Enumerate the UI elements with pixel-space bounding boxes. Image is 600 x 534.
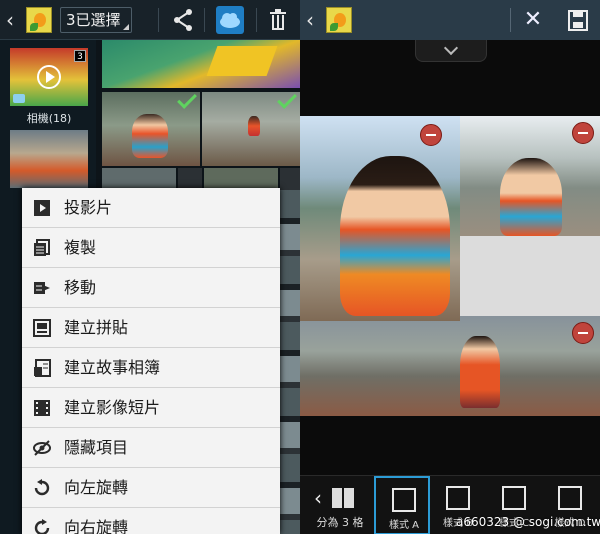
context-menu: 投影片 複製 移動 建立拼貼 建立故事相簿 建立影像短片 隱藏項目 向左旋轉 向… — [22, 188, 280, 534]
photo-thumbnail[interactable] — [102, 168, 176, 190]
menu-item-collage[interactable]: 建立拼貼 — [22, 308, 280, 348]
toolbar-label: 樣式 A — [388, 520, 420, 531]
save-icon[interactable] — [568, 9, 588, 31]
back-icon[interactable]: ‹ — [6, 10, 20, 30]
menu-item-label: 向左旋轉 — [64, 478, 129, 497]
album-count-badge: 3 — [74, 50, 86, 62]
photo-thumbnail[interactable] — [102, 40, 300, 88]
gallery-app-icon — [326, 7, 352, 33]
layout-style-icon — [446, 486, 470, 510]
menu-item-video-clip[interactable]: 建立影像短片 — [22, 388, 280, 428]
toolbar-label: 分為 3 格 — [316, 516, 364, 529]
photo-thumbnail-selected[interactable] — [102, 92, 200, 166]
gallery-selection-screen: ‹ 3已選擇 3 相機(18) 投影片 複製 移動 建立拼貼 建立故事相簿 建立… — [0, 0, 300, 534]
collage-cell[interactable] — [300, 116, 460, 321]
chevron-down-icon — [443, 40, 459, 56]
remove-image-icon[interactable] — [420, 124, 442, 146]
style-a-button[interactable]: 樣式 A — [374, 476, 430, 534]
rotate-left-icon — [34, 479, 50, 496]
cloud-upload-icon[interactable] — [216, 6, 244, 34]
camera-icon — [13, 94, 25, 103]
back-icon[interactable]: ‹ — [306, 10, 320, 30]
menu-item-label: 移動 — [64, 278, 97, 297]
remove-image-icon[interactable] — [572, 122, 594, 144]
collage-icon — [33, 319, 51, 337]
split-layout-button[interactable]: ‹ 分為 3 格 — [302, 476, 372, 534]
slideshow-icon — [34, 200, 50, 216]
gallery-action-bar: ‹ 3已選擇 — [0, 0, 300, 40]
watermark: a660323 @ sogi.com.tw — [456, 515, 600, 529]
video-clip-icon — [34, 400, 50, 416]
menu-item-label: 建立影像短片 — [64, 398, 161, 417]
close-icon[interactable]: ✕ — [522, 9, 544, 31]
selection-dropdown[interactable]: 3已選擇 — [60, 7, 132, 33]
menu-item-rotate-right[interactable]: 向右旋轉 — [22, 508, 280, 534]
remove-image-icon[interactable] — [572, 322, 594, 344]
collage-canvas — [300, 116, 600, 416]
photo-thumbnail-selected[interactable] — [202, 92, 300, 166]
delete-icon[interactable] — [268, 9, 288, 31]
menu-item-hide[interactable]: 隱藏項目 — [22, 428, 280, 468]
album-label: 相機(18) — [26, 112, 72, 125]
layout-style-icon — [392, 488, 416, 512]
selection-count-label: 3已選擇 — [66, 11, 121, 29]
share-icon[interactable] — [172, 8, 194, 32]
menu-item-move[interactable]: 移動 — [22, 268, 280, 308]
menu-item-rotate-left[interactable]: 向左旋轉 — [22, 468, 280, 508]
collage-editor-screen: ‹ ✕ ‹ 分為 3 格 樣式 A 樣式 B 樣式 C 樣式 D — [300, 0, 600, 534]
pull-down-handle[interactable] — [415, 40, 487, 62]
play-icon — [37, 65, 61, 89]
menu-item-label: 建立拼貼 — [64, 318, 129, 337]
move-icon — [34, 282, 50, 294]
photo-thumbnail-column[interactable] — [280, 190, 300, 534]
menu-item-label: 建立故事相簿 — [64, 358, 161, 377]
menu-item-slideshow[interactable]: 投影片 — [22, 188, 280, 228]
collage-action-bar: ‹ ✕ — [300, 0, 600, 40]
checkmark-icon — [277, 92, 297, 109]
hide-icon — [33, 440, 51, 456]
menu-item-label: 隱藏項目 — [64, 438, 129, 457]
layout-style-icon — [502, 486, 526, 510]
menu-item-label: 投影片 — [64, 198, 113, 217]
gallery-app-icon — [26, 7, 52, 33]
collage-cell[interactable] — [300, 316, 600, 416]
layout-style-icon — [558, 486, 582, 510]
album-thumbnail[interactable] — [10, 130, 88, 188]
back-icon: ‹ — [314, 486, 322, 510]
menu-item-copy[interactable]: 複製 — [22, 228, 280, 268]
photo-thumbnail[interactable] — [280, 168, 300, 190]
grid-icon — [332, 488, 354, 508]
screenshot-root: ‹ 3已選擇 3 相機(18) 投影片 複製 移動 建立拼貼 建立故事相簿 建立… — [0, 0, 600, 534]
checkmark-icon — [177, 92, 197, 109]
menu-item-label: 複製 — [64, 238, 97, 257]
menu-item-label: 向右旋轉 — [64, 518, 129, 534]
dropdown-caret-icon — [123, 24, 129, 30]
photo-thumbnail[interactable] — [204, 168, 278, 190]
story-album-icon — [34, 359, 51, 377]
rotate-right-icon — [34, 519, 50, 534]
copy-icon — [34, 239, 50, 256]
photo-thumbnail[interactable] — [178, 168, 202, 190]
menu-item-story-album[interactable]: 建立故事相簿 — [22, 348, 280, 388]
album-thumbnail-camera[interactable]: 3 — [10, 48, 88, 106]
